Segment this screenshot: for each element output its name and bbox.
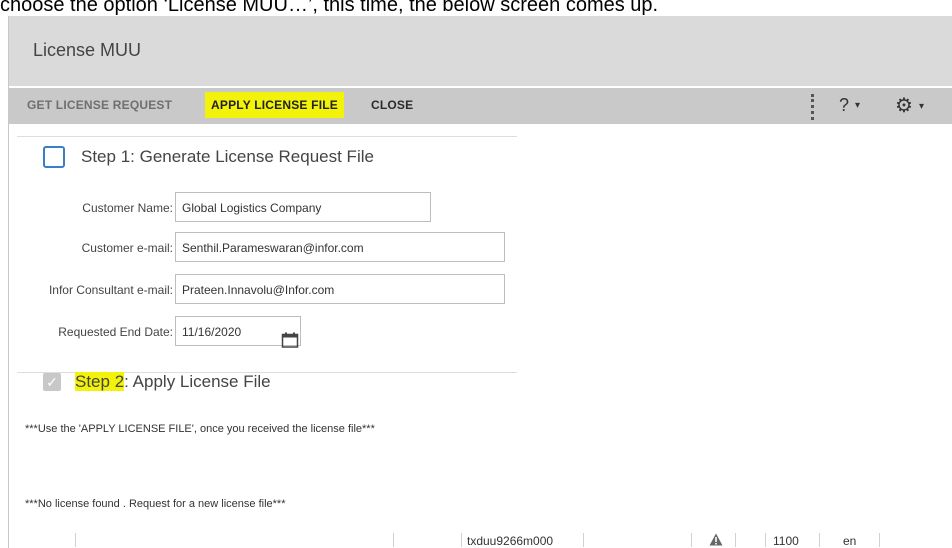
step1-title: Step 1: Generate License Request File [81,147,374,166]
chevron-down-icon: ▾ [918,101,924,112]
help-menu-button[interactable]: ? ▾ [839,95,860,116]
status-separator [393,533,394,547]
customer-email-label: Customer e-mail: [81,241,173,255]
help-icon: ? [839,95,850,115]
status-separator [765,533,766,547]
close-button[interactable]: CLOSE [371,98,413,112]
status-separator [735,533,736,547]
consultant-email-label-box: Infor Consultant e-mail: [17,274,173,306]
customer-email-label-box: Customer e-mail: [17,232,173,264]
consultant-email-label: Infor Consultant e-mail: [48,283,173,297]
document-caption: choose the option ‘License MUU…’, this t… [0,0,659,16]
step2-checkbox[interactable]: ✓ [43,373,61,391]
status-separator [583,533,584,547]
toolbar: GET LICENSE REQUEST APPLY LICENSE FILE C… [9,88,952,124]
customer-name-label: Customer Name: [82,201,173,215]
company-number: 1100 [773,534,799,548]
status-separator [691,533,692,547]
warning-icon[interactable] [709,533,723,546]
customer-name-input[interactable]: Global Logistics Company [175,192,431,222]
session-code: txduu9266m000 [467,534,554,548]
customer-email-input[interactable]: Senthil.Parameswaran@infor.com [175,232,505,262]
step2-title-highlight: Step 2 [75,372,125,391]
end-date-label-box: Requested End Date: [17,316,173,348]
status-bar: txduu9266m000 1100 en [9,531,952,548]
step1-header: Step 1: Generate License Request File [43,146,374,168]
step2-header: ✓ Step 2: Apply License File [43,372,271,392]
panel-top-divider [17,136,517,137]
license-muu-window: License MUU GET LICENSE REQUEST APPLY LI… [8,16,952,548]
step1-checkbox[interactable] [43,146,65,168]
status-separator [461,533,462,547]
toolbar-separator [811,94,816,120]
no-license-note: ***No license found . Request for a new … [25,498,286,510]
get-license-request-button[interactable]: GET LICENSE REQUEST [27,98,172,112]
customer-name-label-box: Customer Name: [17,192,173,224]
apply-instruction-note: ***Use the 'APPLY LICENSE FILE', once yo… [25,423,375,435]
status-separator [819,533,820,547]
calendar-icon[interactable] [281,332,299,348]
window-title: License MUU [33,40,142,60]
apply-license-file-button[interactable]: APPLY LICENSE FILE [205,92,344,118]
window-titlebar: License MUU [9,16,952,86]
consultant-email-input[interactable]: Prateen.Innavolu@Infor.com [175,274,505,304]
language-code: en [843,534,857,548]
status-separator [75,533,76,547]
chevron-down-icon: ▾ [855,100,861,111]
step2-title: Step 2: Apply License File [75,372,271,392]
step2-title-rest: : Apply License File [124,372,271,391]
gear-icon: ⚙ [895,95,913,117]
end-date-label: Requested End Date: [58,325,173,339]
status-separator [879,533,880,547]
settings-menu-button[interactable]: ⚙ ▾ [895,93,924,118]
